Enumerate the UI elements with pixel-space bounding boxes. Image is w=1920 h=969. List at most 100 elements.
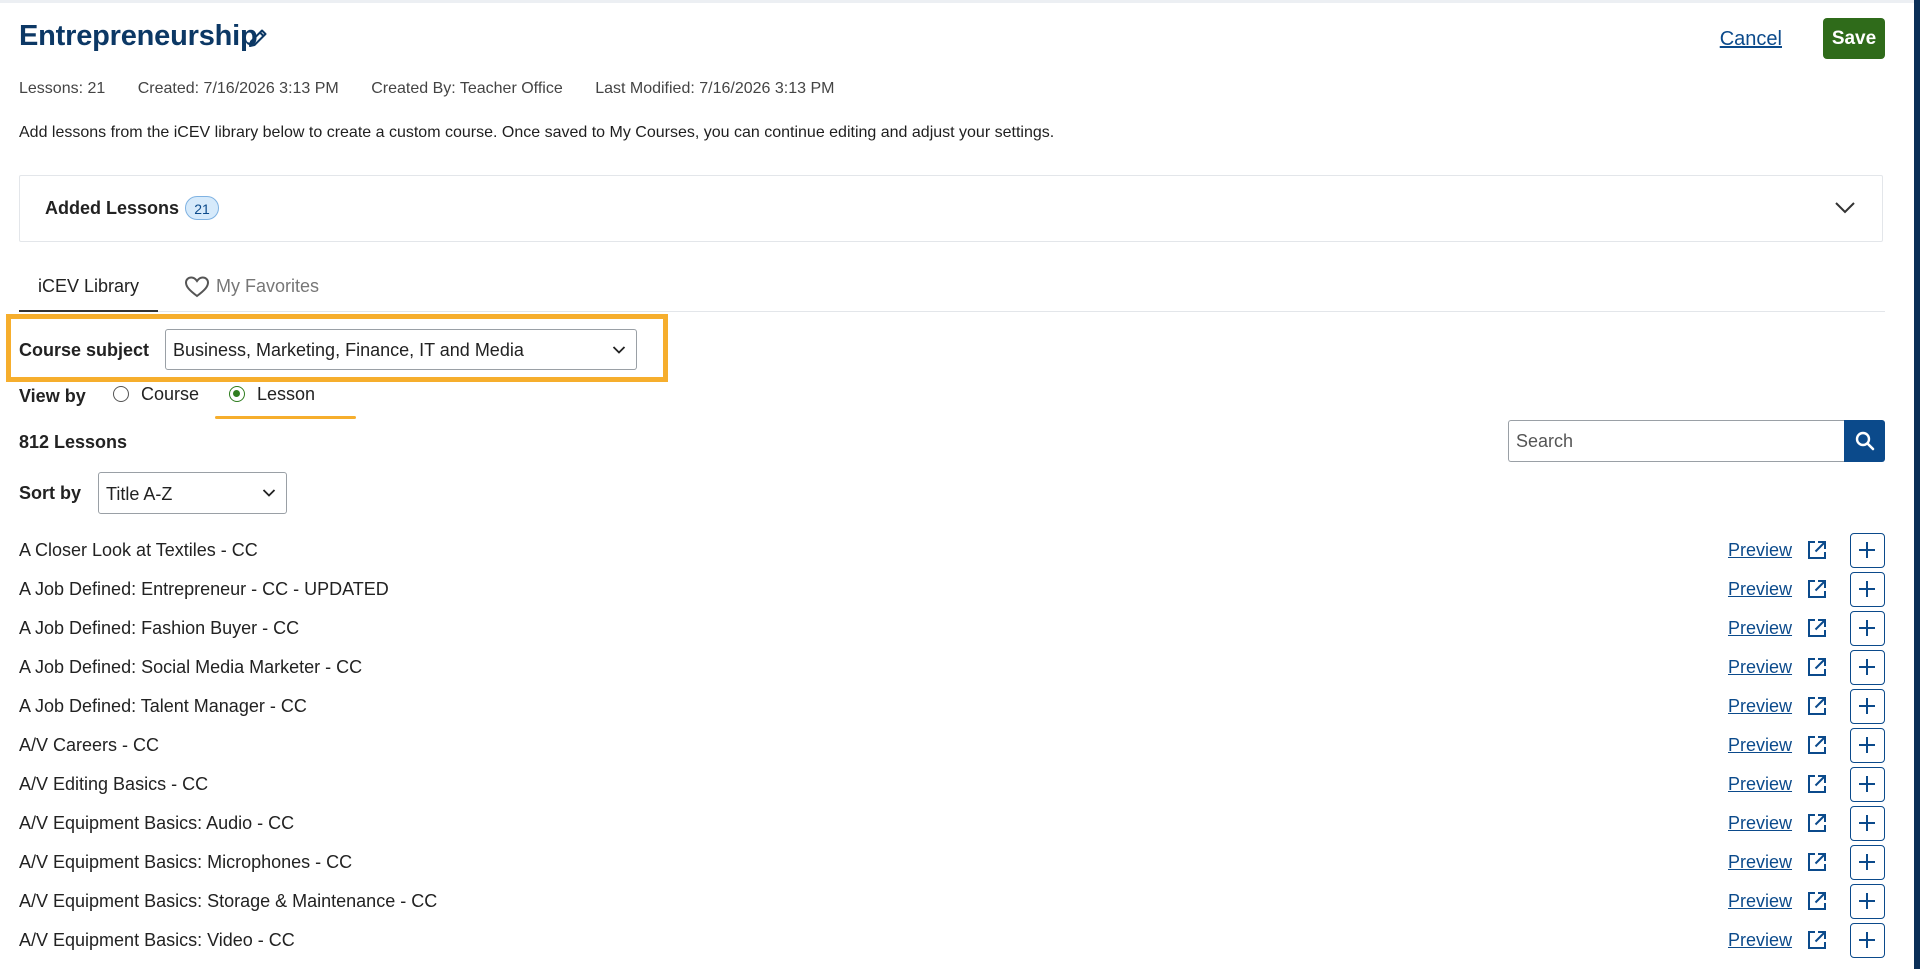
list-item: A Job Defined: Fashion Buyer - CC Previe… <box>19 608 1885 647</box>
list-item: A/V Equipment Basics: Microphones - CC P… <box>19 842 1885 881</box>
course-subject-select[interactable]: Business, Marketing, Finance, IT and Med… <box>165 329 637 370</box>
plus-icon <box>1859 854 1875 870</box>
added-lessons-count-badge: 21 <box>185 196 219 220</box>
external-link-icon[interactable] <box>1806 578 1828 600</box>
tab-my-favorites[interactable]: My Favorites <box>184 265 319 310</box>
lesson-title: A Job Defined: Entrepreneur - CC - UPDAT… <box>19 579 389 599</box>
view-by-course-radio[interactable] <box>113 386 129 402</box>
preview-link[interactable]: Preview <box>1728 735 1792 756</box>
preview-link[interactable]: Preview <box>1728 813 1792 834</box>
external-link-icon[interactable] <box>1806 695 1828 717</box>
sort-by-value: Title A-Z <box>106 484 173 504</box>
lesson-title: A Job Defined: Social Media Marketer - C… <box>19 657 363 677</box>
add-lesson-button[interactable] <box>1850 533 1885 568</box>
plus-icon <box>1859 893 1875 909</box>
add-lesson-button[interactable] <box>1850 845 1885 880</box>
list-item: A/V Equipment Basics: Audio - CC Preview <box>19 803 1885 842</box>
plus-icon <box>1859 776 1875 792</box>
lesson-title: A Closer Look at Textiles - CC <box>19 540 258 560</box>
course-subject-label: Course subject <box>19 340 150 360</box>
scrollbar[interactable] <box>1914 0 1920 969</box>
lesson-list: A Closer Look at Textiles - CC Preview A… <box>19 530 1885 959</box>
plus-icon <box>1859 659 1875 675</box>
search-bar <box>1508 420 1885 462</box>
last-modified-meta: Last Modified: 7/16/2026 3:13 PM <box>595 80 835 97</box>
chevron-down-icon <box>262 489 276 497</box>
view-by-lesson-radio[interactable] <box>229 386 245 402</box>
course-subject-value: Business, Marketing, Finance, IT and Med… <box>173 340 524 360</box>
plus-icon <box>1859 737 1875 753</box>
preview-link[interactable]: Preview <box>1728 930 1792 951</box>
preview-link[interactable]: Preview <box>1728 657 1792 678</box>
plus-icon <box>1859 542 1875 558</box>
preview-link[interactable]: Preview <box>1728 618 1792 639</box>
lesson-title: A/V Equipment Basics: Video - CC <box>19 930 295 950</box>
plus-icon <box>1859 581 1875 597</box>
lesson-title: A/V Equipment Basics: Audio - CC <box>19 813 295 833</box>
plus-icon <box>1859 620 1875 636</box>
external-link-icon[interactable] <box>1806 656 1828 678</box>
search-button[interactable] <box>1844 420 1885 462</box>
plus-icon <box>1859 932 1875 948</box>
preview-link[interactable]: Preview <box>1728 540 1792 561</box>
plus-icon <box>1859 698 1875 714</box>
add-lesson-button[interactable] <box>1850 572 1885 607</box>
add-lesson-button[interactable] <box>1850 767 1885 802</box>
cancel-link[interactable]: Cancel <box>1720 28 1782 51</box>
lesson-title: A Job Defined: Talent Manager - CC <box>19 696 307 716</box>
list-item: A/V Equipment Basics: Storage & Maintena… <box>19 881 1885 920</box>
course-meta: Lessons: 21 Created: 7/16/2026 3:13 PM C… <box>19 80 862 98</box>
preview-link[interactable]: Preview <box>1728 696 1792 717</box>
chevron-down-icon[interactable] <box>1834 200 1856 216</box>
lesson-title: A Job Defined: Fashion Buyer - CC <box>19 618 300 638</box>
external-link-icon[interactable] <box>1806 773 1828 795</box>
lesson-title: A/V Editing Basics - CC <box>19 774 209 794</box>
external-link-icon[interactable] <box>1806 734 1828 756</box>
preview-link[interactable]: Preview <box>1728 579 1792 600</box>
page-description: Add lessons from the iCEV library below … <box>19 124 1055 141</box>
plus-icon <box>1859 815 1875 831</box>
external-link-icon[interactable] <box>1806 539 1828 561</box>
search-input[interactable] <box>1508 420 1844 462</box>
sort-by-label: Sort by <box>19 483 82 503</box>
external-link-icon[interactable] <box>1806 812 1828 834</box>
preview-link[interactable]: Preview <box>1728 891 1792 912</box>
pencil-icon[interactable] <box>246 26 270 50</box>
add-lesson-button[interactable] <box>1850 884 1885 919</box>
added-lessons-accordion[interactable]: Added Lessons 21 <box>19 175 1883 242</box>
added-lessons-label: Added Lessons <box>45 198 180 218</box>
lesson-title: A/V Careers - CC <box>19 735 160 755</box>
list-item: A Job Defined: Social Media Marketer - C… <box>19 647 1885 686</box>
external-link-icon[interactable] <box>1806 929 1828 951</box>
add-lesson-button[interactable] <box>1850 806 1885 841</box>
chevron-down-icon <box>612 346 626 354</box>
tab-icev-library[interactable]: iCEV Library <box>19 265 158 312</box>
external-link-icon[interactable] <box>1806 617 1828 639</box>
add-lesson-button[interactable] <box>1850 923 1885 958</box>
view-by-course-label[interactable]: Course <box>141 384 199 405</box>
lesson-highlight-underline <box>215 416 356 419</box>
add-lesson-button[interactable] <box>1850 611 1885 646</box>
list-item: A/V Careers - CC Preview <box>19 725 1885 764</box>
preview-link[interactable]: Preview <box>1728 852 1792 873</box>
add-lesson-button[interactable] <box>1850 689 1885 724</box>
sort-by-select[interactable]: Title A-Z <box>98 472 287 514</box>
lesson-title: A/V Equipment Basics: Microphones - CC <box>19 852 353 872</box>
add-lesson-button[interactable] <box>1850 650 1885 685</box>
list-item: A Job Defined: Talent Manager - CC Previ… <box>19 686 1885 725</box>
lesson-count: 812 Lessons <box>19 432 128 452</box>
save-button[interactable]: Save <box>1823 18 1885 59</box>
list-item: A/V Editing Basics - CC Preview <box>19 764 1885 803</box>
created-by-meta: Created By: Teacher Office <box>371 80 563 97</box>
course-builder-page: Entrepreneurship Cancel Save Lessons: 21… <box>6 0 1885 969</box>
page-title: Entrepreneurship <box>19 20 258 52</box>
add-lesson-button[interactable] <box>1850 728 1885 763</box>
created-meta: Created: 7/16/2026 3:13 PM <box>137 80 339 97</box>
external-link-icon[interactable] <box>1806 851 1828 873</box>
lesson-title: A/V Equipment Basics: Storage & Maintena… <box>19 891 438 911</box>
lessons-count-meta: Lessons: 21 <box>19 80 106 97</box>
page-header: Entrepreneurship Cancel Save <box>19 18 1885 62</box>
preview-link[interactable]: Preview <box>1728 774 1792 795</box>
external-link-icon[interactable] <box>1806 890 1828 912</box>
view-by-lesson-label[interactable]: Lesson <box>257 384 315 405</box>
